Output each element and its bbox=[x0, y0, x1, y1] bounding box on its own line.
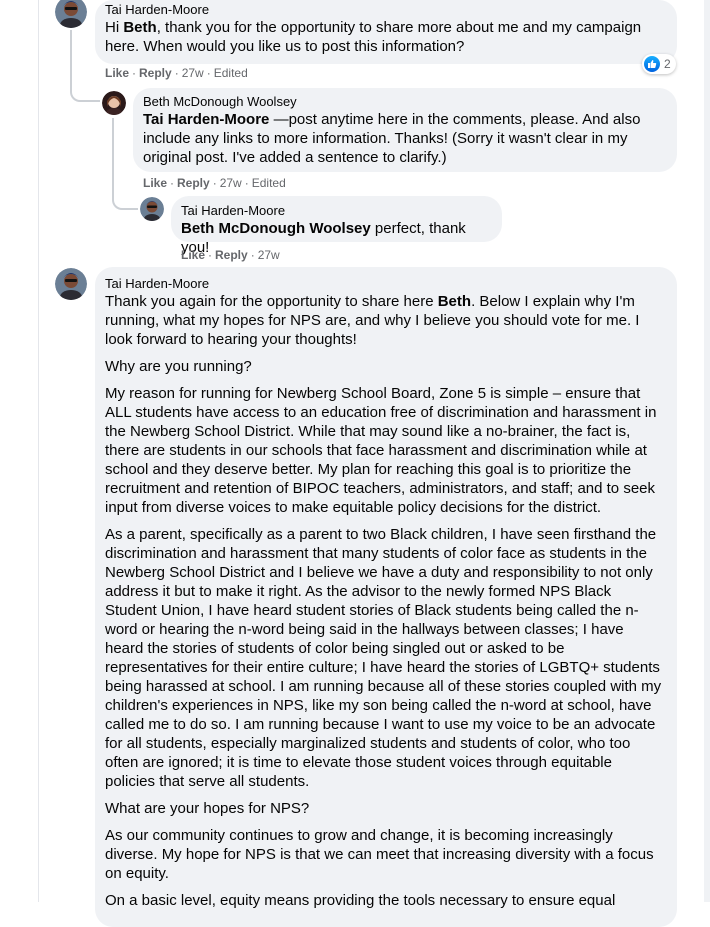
edited-label[interactable]: Edited bbox=[252, 176, 286, 190]
mention-link[interactable]: Beth McDonough Woolsey bbox=[181, 220, 371, 237]
mention-link[interactable]: Tai Harden-Moore bbox=[143, 111, 269, 128]
comment-bubble: Tai Harden-Moore Beth McDonough Woolsey … bbox=[171, 196, 502, 256]
comment-paragraph: As our community continues to grow and c… bbox=[105, 827, 654, 882]
comment-text-part: Thank you again for the opportunity to s… bbox=[105, 293, 438, 310]
comment-author[interactable]: Tai Harden-Moore bbox=[105, 276, 665, 292]
comment-paragraph: What are your hopes for NPS? bbox=[105, 800, 310, 817]
like-reaction-icon bbox=[644, 56, 660, 72]
like-button[interactable]: Like bbox=[105, 66, 129, 80]
avatar[interactable] bbox=[102, 91, 126, 115]
edited-label[interactable]: Edited bbox=[214, 66, 248, 80]
comment-bubble: Tai Harden-Moore Thank you again for the… bbox=[95, 267, 677, 927]
comment-bubble: Tai Harden-Moore Hi Beth, thank you for … bbox=[95, 0, 677, 64]
reaction-count: 2 bbox=[664, 57, 671, 71]
scrollbar-track[interactable] bbox=[704, 0, 710, 902]
reply-button[interactable]: Reply bbox=[215, 248, 248, 262]
avatar[interactable] bbox=[55, 268, 87, 300]
comment-author[interactable]: Tai Harden-Moore bbox=[105, 2, 665, 18]
like-button[interactable]: Like bbox=[181, 248, 205, 262]
comment-paragraph: Thank you again for the opportunity to s… bbox=[105, 292, 665, 349]
comment-paragraph: On a basic level, equity means providing… bbox=[105, 892, 616, 909]
comment-author[interactable]: Tai Harden-Moore bbox=[181, 203, 490, 219]
comment-text: Hi Beth, thank you for the opportunity t… bbox=[105, 18, 665, 56]
comment-text: Thank you again for the opportunity to s… bbox=[105, 292, 665, 910]
comment-paragraph: Why are you running? bbox=[105, 358, 252, 375]
comment-text-part: , thank you for the opportunity to share… bbox=[105, 19, 642, 55]
comment-paragraph: As a parent, specifically as a parent to… bbox=[105, 526, 662, 790]
reply-button[interactable]: Reply bbox=[177, 176, 210, 190]
reply-button[interactable]: Reply bbox=[139, 66, 172, 80]
like-button[interactable]: Like bbox=[143, 176, 167, 190]
comment-paragraph: My reason for running for Newberg School… bbox=[105, 385, 657, 516]
comment-bubble: Beth McDonough Woolsey Tai Harden-Moore … bbox=[133, 88, 677, 172]
mention-link[interactable]: Beth bbox=[438, 293, 471, 310]
comment-actions: Like · Reply · 27w · Edited bbox=[105, 66, 248, 80]
left-divider bbox=[38, 0, 39, 902]
mention-link[interactable]: Beth bbox=[123, 19, 156, 36]
reaction-count-badge[interactable]: 2 bbox=[642, 54, 676, 74]
comment-author[interactable]: Beth McDonough Woolsey bbox=[143, 94, 665, 110]
comment-text-part: Hi bbox=[105, 19, 124, 36]
avatar[interactable] bbox=[55, 0, 87, 28]
comment-text: Tai Harden-Moore —post anytime here in t… bbox=[143, 110, 665, 167]
avatar[interactable] bbox=[140, 197, 164, 221]
timestamp[interactable]: 27w bbox=[182, 66, 204, 80]
comment-actions: Like · Reply · 27w bbox=[181, 248, 280, 262]
timestamp[interactable]: 27w bbox=[258, 248, 280, 262]
comment-actions: Like · Reply · 27w · Edited bbox=[143, 176, 286, 190]
timestamp[interactable]: 27w bbox=[220, 176, 242, 190]
